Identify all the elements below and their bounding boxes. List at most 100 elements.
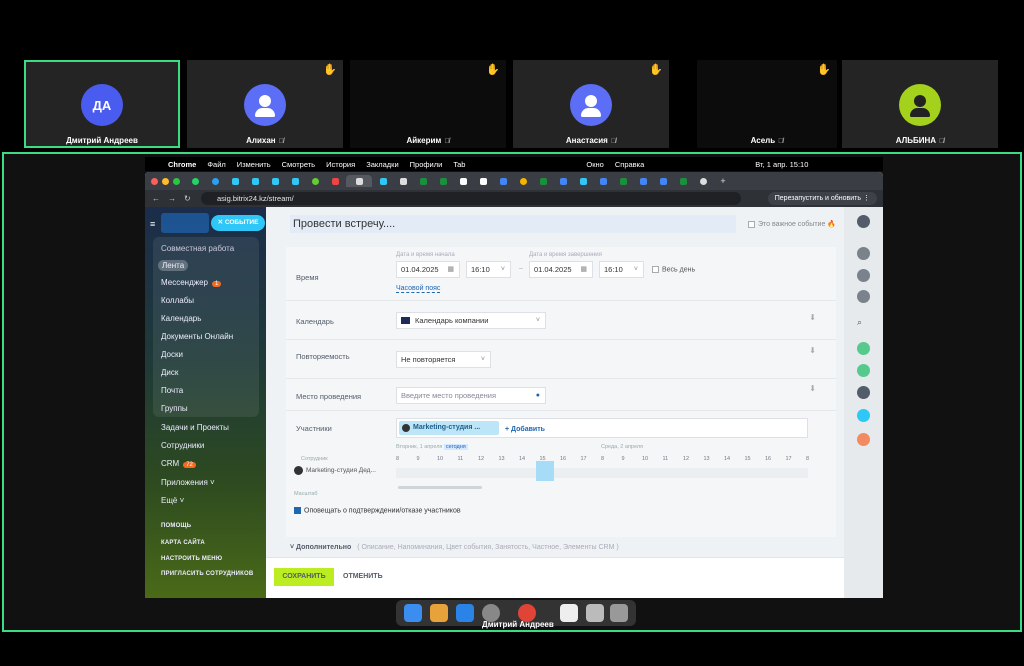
back-icon[interactable]: ← xyxy=(152,194,160,203)
notes-icon[interactable] xyxy=(857,364,870,377)
search-icon[interactable] xyxy=(857,247,870,260)
launchpad-icon[interactable] xyxy=(430,604,448,622)
menu-item-collabs[interactable]: Коллабы xyxy=(161,296,194,305)
menu-burger-icon[interactable]: ≡ xyxy=(150,219,155,229)
tab-icon[interactable] xyxy=(554,175,572,187)
trash-icon[interactable] xyxy=(610,604,628,622)
end-date-input[interactable]: 01.04.2025 ▦ xyxy=(529,261,593,278)
menu-item-messenger[interactable]: Мессенджер 1 xyxy=(161,278,222,287)
repeat-select[interactable]: Не повторяется ˅ xyxy=(396,351,491,368)
sitemap-link[interactable]: КАРТА САЙТА xyxy=(161,540,205,546)
menu-item-mail[interactable]: Почта xyxy=(161,386,183,395)
tab-icon[interactable] xyxy=(306,175,324,187)
tab-active[interactable] xyxy=(346,175,372,187)
event-title-input[interactable]: Провести встречу.... xyxy=(290,215,736,233)
menu-item-calendar[interactable]: Календарь xyxy=(161,314,201,323)
menu-item[interactable]: Закладки xyxy=(366,160,398,169)
tab-icon[interactable] xyxy=(694,175,712,187)
tab-icon[interactable] xyxy=(266,175,284,187)
file-icon[interactable] xyxy=(586,604,604,622)
members-input[interactable]: Marketing-студия ... + Добавить xyxy=(396,418,808,438)
reload-icon[interactable]: ↻ xyxy=(184,194,191,203)
notify-checkbox[interactable]: Оповещать о подтверждении/отказе участни… xyxy=(294,507,461,514)
invite-link[interactable]: ПРИГЛАСИТЬ СОТРУДНИКОВ xyxy=(161,571,253,577)
url-input[interactable]: asig.bitrix24.kz/stream/ xyxy=(201,192,741,205)
alert-icon[interactable] xyxy=(857,433,870,446)
important-checkbox[interactable]: Это важное событие 🔥 xyxy=(748,220,836,228)
minimize-window-button[interactable] xyxy=(162,177,169,185)
menu-item-more[interactable]: Ещё ˅ xyxy=(161,496,184,505)
more-toggle[interactable]: ˅ Дополнительно ( Описание, Напоминания,… xyxy=(290,544,619,551)
menu-item-docs[interactable]: Документы Онлайн xyxy=(161,332,233,341)
menu-item-tasks[interactable]: Задачи и Проекты xyxy=(161,423,229,432)
finder-icon[interactable] xyxy=(404,604,422,622)
chat-icon[interactable] xyxy=(857,290,870,303)
add-member-button[interactable]: + Добавить xyxy=(505,422,545,437)
member-chip[interactable]: Marketing-студия ... xyxy=(399,421,499,435)
configure-menu-link[interactable]: НАСТРОИТЬ МЕНЮ xyxy=(161,556,222,562)
relaunch-button[interactable]: Перезапустить и обновить ⋮ xyxy=(767,192,877,205)
start-date-input[interactable]: 01.04.2025 ▦ xyxy=(396,261,460,278)
tab-icon[interactable] xyxy=(434,175,452,187)
menu-item[interactable]: Файл xyxy=(207,160,225,169)
selected-slot[interactable] xyxy=(536,461,554,481)
participant-tile[interactable]: ✋ Алихан 🎙̸ xyxy=(187,60,343,148)
tab-icon[interactable] xyxy=(286,175,304,187)
menu-item[interactable]: Справка xyxy=(615,160,644,169)
tab-icon[interactable] xyxy=(634,175,652,187)
tab-icon[interactable] xyxy=(226,175,244,187)
timeline-scrollbar[interactable] xyxy=(398,486,482,489)
phone-icon[interactable] xyxy=(857,342,870,355)
menu-item[interactable]: Профили xyxy=(410,160,443,169)
tab-icon[interactable] xyxy=(654,175,672,187)
help-icon[interactable] xyxy=(857,215,870,228)
participant-tile[interactable]: ✋ Айкерим 🎙̸ xyxy=(350,60,506,148)
menu-clock[interactable]: Вт, 1 апр. 15:10 xyxy=(755,160,808,169)
menu-item-feed[interactable]: Лента xyxy=(158,260,189,271)
pin-icon[interactable]: ⬇ xyxy=(809,384,816,393)
start-time-select[interactable]: 16:10 ˅ xyxy=(466,261,511,278)
menu-item-boards[interactable]: Доски xyxy=(161,350,183,359)
pin-icon[interactable]: ⬇ xyxy=(809,346,816,355)
tab-icon[interactable] xyxy=(474,175,492,187)
tab-icon[interactable] xyxy=(206,175,224,187)
safari-icon[interactable] xyxy=(456,604,474,622)
bell-icon[interactable] xyxy=(857,269,870,282)
menu-item-crm[interactable]: CRM 72 xyxy=(161,459,196,468)
tab-icon[interactable] xyxy=(534,175,552,187)
tab-icon[interactable] xyxy=(246,175,264,187)
tab-icon[interactable] xyxy=(454,175,472,187)
menu-item[interactable]: Tab xyxy=(453,160,465,169)
location-pin-icon[interactable]: ● xyxy=(536,388,540,403)
participant-tile[interactable]: АЛЬБИНА 🎙̸ xyxy=(842,60,998,148)
tab-icon[interactable] xyxy=(674,175,692,187)
participant-tile[interactable]: ✋ Асель 🎙̸ xyxy=(697,60,837,148)
menu-section[interactable]: Совместная работа xyxy=(161,244,234,253)
all-day-checkbox[interactable]: Весь день xyxy=(652,266,695,273)
tab-icon[interactable] xyxy=(514,175,532,187)
maximize-window-button[interactable] xyxy=(173,177,180,185)
search-icon[interactable]: ⌕ xyxy=(857,317,870,330)
location-input[interactable]: Введите место проведения ● xyxy=(396,387,546,404)
menu-item-disk[interactable]: Диск xyxy=(161,368,178,377)
tab-icon[interactable] xyxy=(394,175,412,187)
tab-icon[interactable] xyxy=(614,175,632,187)
timezone-link[interactable]: Часовой пояс xyxy=(396,285,441,293)
tab-icon[interactable] xyxy=(326,175,344,187)
tab-icon[interactable] xyxy=(414,175,432,187)
menu-item-groups[interactable]: Группы xyxy=(161,404,188,413)
save-button[interactable]: СОХРАНИТЬ xyxy=(274,568,334,586)
document-icon[interactable] xyxy=(560,604,578,622)
tab-icon[interactable] xyxy=(186,175,204,187)
menu-item-employees[interactable]: Сотрудники xyxy=(161,441,204,450)
menu-item[interactable]: Окно xyxy=(586,160,603,169)
menu-app[interactable]: Chrome xyxy=(168,160,196,169)
pin-icon[interactable]: ⬇ xyxy=(809,313,816,322)
tab-icon[interactable] xyxy=(594,175,612,187)
participant-tile[interactable]: ДА Дмитрий Андреев xyxy=(24,60,180,148)
calendar-select[interactable]: Календарь компании ˅ xyxy=(396,312,546,329)
menu-item-apps[interactable]: Приложения ˅ xyxy=(161,478,215,487)
menu-item[interactable]: Смотреть xyxy=(282,160,315,169)
avatar[interactable] xyxy=(857,386,870,399)
event-button[interactable]: ✕ СОБЫТИЕ xyxy=(211,215,265,231)
